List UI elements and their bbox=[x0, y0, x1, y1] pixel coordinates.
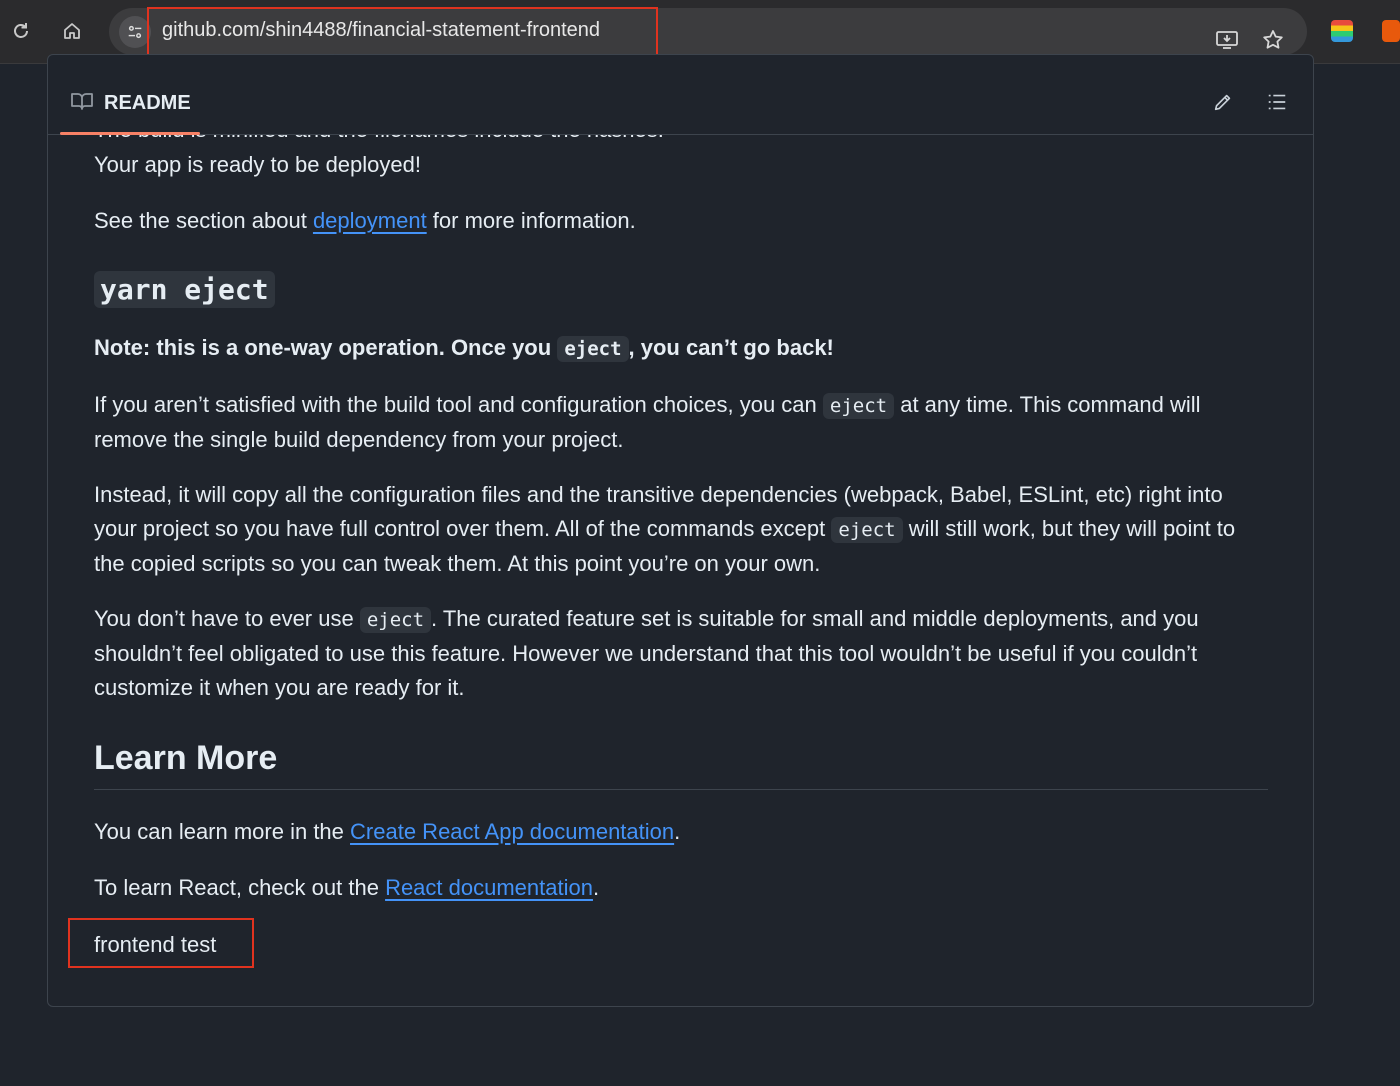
inline-code: eject bbox=[831, 517, 903, 543]
frontend-test-highlight-box bbox=[68, 918, 254, 968]
readme-tab-label: README bbox=[104, 92, 191, 114]
outline-list-icon[interactable] bbox=[1262, 87, 1292, 117]
readme-tab[interactable]: README bbox=[70, 89, 191, 118]
text: See the section about bbox=[94, 208, 313, 233]
inline-code: eject bbox=[822, 393, 895, 419]
text: , you can’t go back! bbox=[628, 335, 834, 360]
text: Note: this is a one-way operation. Once … bbox=[94, 335, 558, 360]
star-icon[interactable] bbox=[1259, 26, 1287, 54]
pencil-icon[interactable] bbox=[1208, 87, 1238, 117]
extension-icon[interactable] bbox=[1331, 20, 1353, 42]
satisfied-paragraph: If you aren’t satisfied with the build t… bbox=[94, 388, 1269, 457]
reload-icon[interactable] bbox=[4, 14, 38, 48]
frontend-test-text: frontend test bbox=[94, 932, 217, 957]
ready-paragraph: Your app is ready to be deployed! bbox=[94, 152, 421, 177]
readme-header: README bbox=[48, 65, 1313, 135]
install-icon[interactable] bbox=[1213, 26, 1241, 54]
inline-code: eject bbox=[557, 336, 629, 362]
react-paragraph: To learn React, check out the React docu… bbox=[94, 871, 1269, 905]
dont-have-paragraph: You don’t have to ever use eject. The cu… bbox=[94, 602, 1269, 705]
extension-icon-2[interactable] bbox=[1382, 20, 1400, 42]
note-paragraph: Note: this is a one-way operation. Once … bbox=[94, 331, 1269, 366]
text: for more information. bbox=[426, 208, 636, 233]
heading-divider bbox=[94, 789, 1268, 790]
book-icon bbox=[70, 89, 94, 118]
text: You can learn more in the bbox=[94, 819, 351, 844]
inline-code: eject bbox=[359, 607, 432, 633]
home-icon[interactable] bbox=[55, 14, 89, 48]
readme-container: README The build is minified and the fil… bbox=[47, 54, 1314, 1007]
react-docs-link[interactable]: React documentation bbox=[385, 875, 593, 900]
text: . bbox=[674, 819, 681, 844]
cra-docs-link[interactable]: Create React App documentation bbox=[350, 819, 674, 844]
instead-paragraph: Instead, it will copy all the configurat… bbox=[94, 478, 1269, 581]
url-text[interactable]: github.com/shin4488/financial-statement-… bbox=[162, 19, 600, 42]
text: . bbox=[592, 875, 600, 900]
deployment-link[interactable]: deployment bbox=[313, 208, 427, 233]
tab-underline bbox=[60, 132, 200, 135]
text: If you aren’t satisfied with the build t… bbox=[94, 392, 823, 417]
learn-paragraph: You can learn more in the Create React A… bbox=[94, 815, 1269, 849]
yarn-eject-heading: yarn eject bbox=[94, 271, 275, 308]
text: To learn React, check out the bbox=[94, 875, 386, 900]
deployment-paragraph: See the section about deployment for mor… bbox=[94, 204, 1269, 238]
text: You don’t have to ever use bbox=[94, 606, 360, 631]
learn-more-heading: Learn More bbox=[94, 739, 278, 777]
